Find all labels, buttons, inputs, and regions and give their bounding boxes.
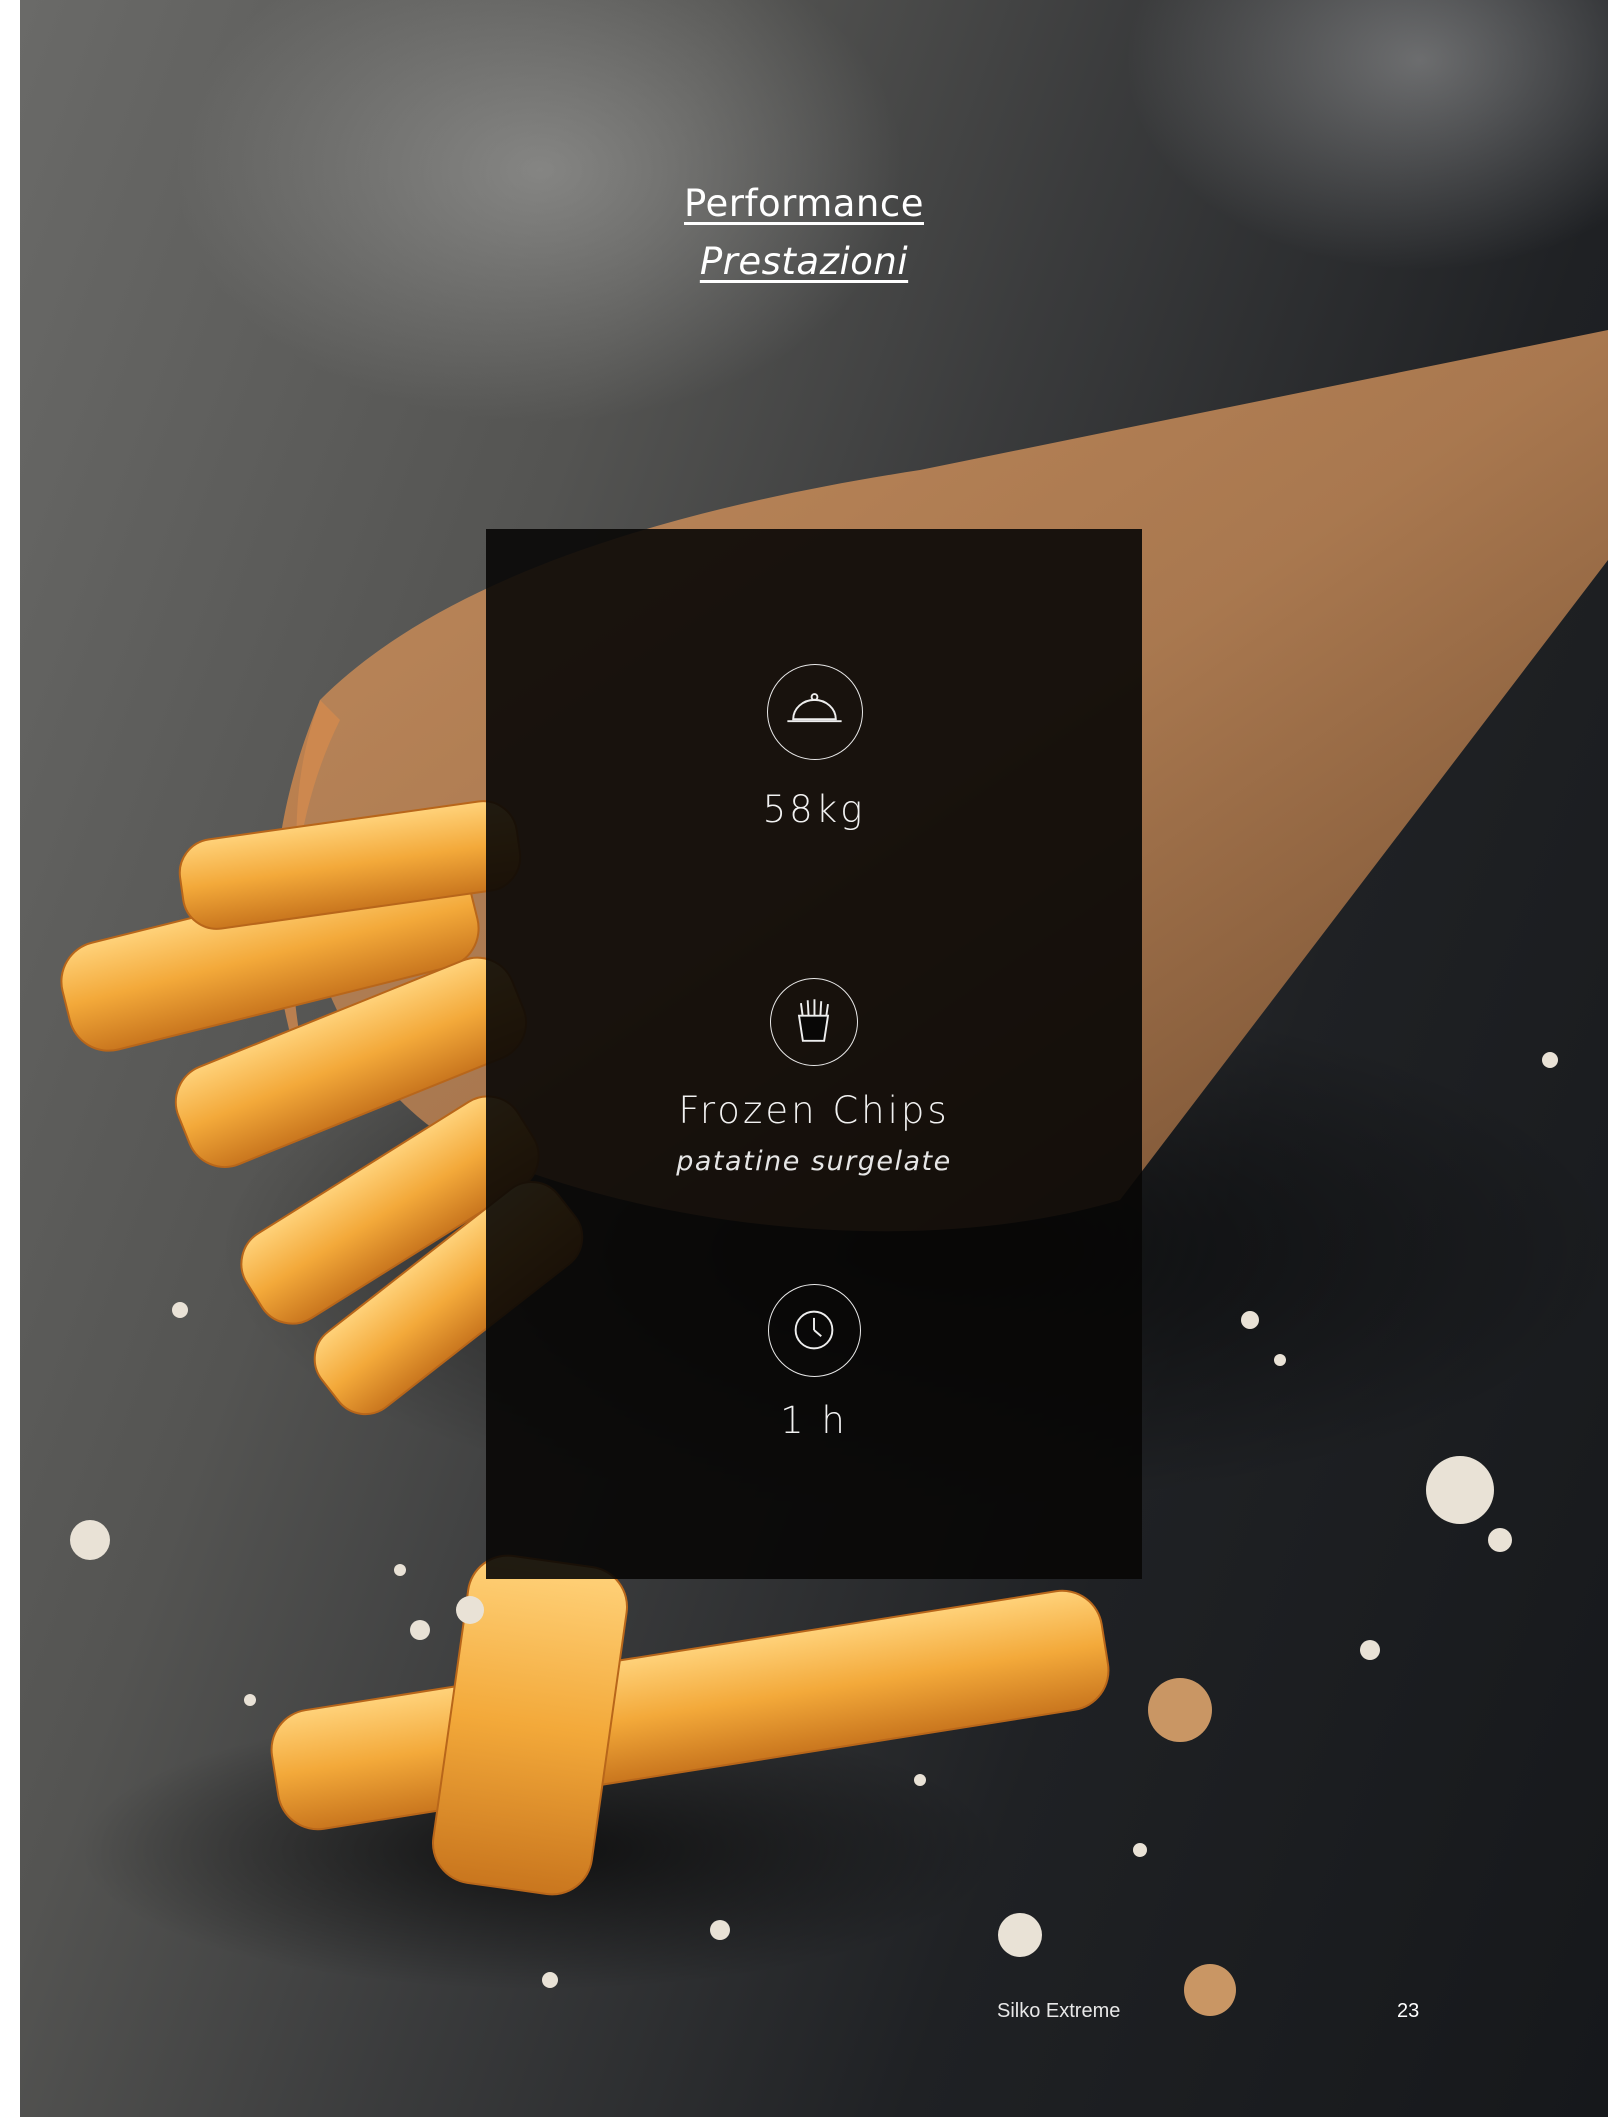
capacity-value: 58kg bbox=[762, 788, 866, 831]
clock-icon bbox=[768, 1284, 861, 1377]
page-number: 23 bbox=[1397, 2000, 1420, 2022]
footer-product-name: Silko Extreme bbox=[997, 2000, 1121, 2022]
cycle-time-value: 1 h bbox=[780, 1399, 848, 1442]
product-name-italian: patatine surgelate bbox=[676, 1146, 952, 1177]
cloche-icon bbox=[767, 664, 863, 760]
product-name: Frozen Chips bbox=[678, 1089, 950, 1132]
page-title-italian: Prestazioni bbox=[699, 240, 909, 283]
fries-icon bbox=[770, 978, 858, 1066]
page-title: Performance bbox=[684, 182, 924, 225]
performance-panel: 58kg Frozen Chips patatine surgelate 1 h bbox=[486, 529, 1142, 1579]
